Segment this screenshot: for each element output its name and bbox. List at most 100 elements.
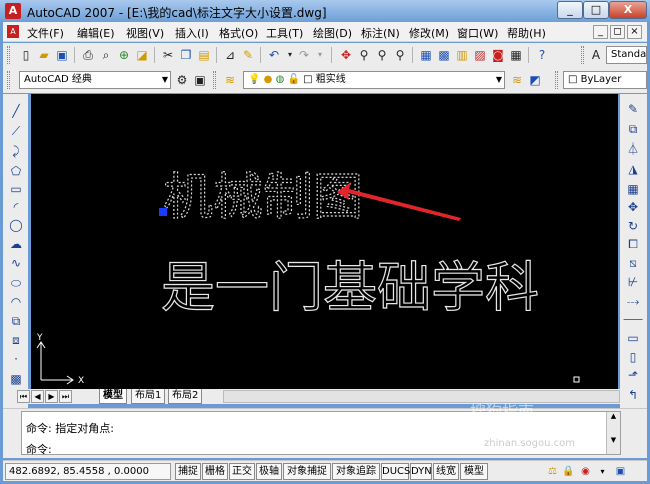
first-tab-icon[interactable]: ⏮: [17, 390, 30, 403]
toolbar-grip[interactable]: [7, 71, 10, 89]
text-style-combo[interactable]: Standa: [606, 46, 647, 64]
revision-cloud-icon[interactable]: ☁: [6, 235, 26, 253]
toolbar-grip[interactable]: [555, 71, 558, 89]
selected-text-line1[interactable]: 机械制图: [162, 167, 363, 226]
mdi-minimize-button[interactable]: _: [593, 25, 608, 39]
pan-icon[interactable]: ✥: [337, 46, 355, 64]
copy-object-icon[interactable]: ⧉: [623, 120, 643, 138]
model-toggle[interactable]: 模型: [460, 463, 488, 480]
point-icon[interactable]: ·: [6, 350, 26, 368]
publish-icon[interactable]: ⊕: [115, 46, 133, 64]
menu-view[interactable]: 视图(V): [126, 25, 164, 41]
arc-icon[interactable]: ◜: [6, 198, 26, 216]
polyline-icon[interactable]: ⤸: [6, 142, 26, 160]
grid-toggle[interactable]: 栅格: [202, 463, 228, 480]
brush-icon[interactable]: ✎: [239, 46, 257, 64]
menu-help[interactable]: 帮助(H): [507, 25, 546, 41]
tab-model[interactable]: 模型: [99, 389, 127, 404]
array-icon[interactable]: ▦: [623, 180, 643, 198]
drawing-canvas[interactable]: 机械制图 是一门基础学科 Y X: [31, 94, 618, 389]
scale-icon[interactable]: ⧠: [623, 235, 643, 253]
autocad-app-icon[interactable]: A: [5, 3, 21, 19]
extend-icon[interactable]: ⤏: [623, 292, 643, 310]
menu-window[interactable]: 窗口(W): [457, 25, 498, 41]
document-icon[interactable]: A: [7, 25, 19, 38]
lock-icon[interactable]: 🔒: [561, 464, 576, 479]
insert-block-icon[interactable]: ⧉: [6, 312, 26, 330]
last-tab-icon[interactable]: ⏭: [59, 390, 72, 403]
grip-point[interactable]: [159, 208, 167, 216]
layer-manager-icon[interactable]: ≋: [221, 71, 239, 89]
toolbar-grip[interactable]: [213, 71, 216, 89]
text-line2[interactable]: 是一门基础学科: [160, 255, 539, 319]
mdi-close-button[interactable]: ×: [627, 25, 642, 39]
otrack-toggle[interactable]: 对象追踪: [332, 463, 380, 480]
lineweight-toggle[interactable]: 线宽: [433, 463, 459, 480]
horizontal-scrollbar[interactable]: [223, 390, 620, 403]
plot-icon[interactable]: ◪: [133, 46, 151, 64]
minimize-button[interactable]: _: [557, 1, 583, 19]
copy-icon[interactable]: ❐: [177, 46, 195, 64]
polar-toggle[interactable]: 极轴: [256, 463, 282, 480]
paste-icon[interactable]: ▤: [195, 46, 213, 64]
calculator-icon[interactable]: ▦: [507, 46, 525, 64]
snap-toggle[interactable]: 捕捉: [175, 463, 201, 480]
circle-icon[interactable]: ◯: [6, 216, 26, 234]
ducs-toggle[interactable]: DUCS: [381, 463, 410, 480]
ellipse-arc-icon[interactable]: ◠: [6, 293, 26, 311]
rotate-icon[interactable]: ↻: [623, 217, 643, 235]
mdi-restore-button[interactable]: ◻: [610, 25, 625, 39]
make-current-layer-icon[interactable]: ≋: [508, 71, 526, 89]
dyn-toggle[interactable]: DYN: [410, 463, 432, 480]
workspace-settings-icon[interactable]: ⚙: [173, 71, 191, 89]
match-properties-icon[interactable]: ⊿: [221, 46, 239, 64]
ortho-toggle[interactable]: 正交: [229, 463, 255, 480]
communication-center-icon[interactable]: ◉: [578, 464, 593, 479]
prev-tab-icon[interactable]: ◀: [31, 390, 44, 403]
status-menu-icon[interactable]: ▾: [595, 464, 610, 479]
print-icon[interactable]: ⎙: [79, 46, 97, 64]
menu-modify[interactable]: 修改(M): [409, 25, 449, 41]
break-at-point-icon[interactable]: ⸺: [623, 310, 643, 328]
osnap-toggle[interactable]: 对象捕捉: [283, 463, 331, 480]
new-file-icon[interactable]: ▯: [17, 46, 35, 64]
make-block-icon[interactable]: ⧈: [6, 331, 26, 349]
chamfer-icon[interactable]: ⬏: [623, 366, 643, 384]
hatch-icon[interactable]: ▩: [6, 370, 26, 388]
fillet-icon[interactable]: ↰: [623, 386, 643, 404]
markup-icon[interactable]: ◙: [489, 46, 507, 64]
tool-palettes-icon[interactable]: ▥: [453, 46, 471, 64]
join-icon[interactable]: ▯: [623, 348, 643, 366]
layer-combo[interactable]: 💡 ● ◍ 🔓 □ 粗实线 ▼: [243, 71, 505, 89]
save-workspace-icon[interactable]: ▣: [191, 71, 209, 89]
menu-edit[interactable]: 编辑(E): [77, 25, 115, 41]
rectangle-icon[interactable]: ▭: [6, 180, 26, 198]
toolbar-grip[interactable]: [581, 46, 584, 64]
workspace-combo[interactable]: AutoCAD 经典 ▼: [19, 71, 171, 89]
zoom-window-icon[interactable]: ⚲: [373, 46, 391, 64]
move-icon[interactable]: ✥: [623, 198, 643, 216]
offset-icon[interactable]: ◮: [623, 160, 643, 178]
tab-layout2[interactable]: 布局2: [168, 389, 203, 404]
redo-dropdown-icon[interactable]: ▾: [311, 46, 329, 64]
properties-icon[interactable]: ▦: [417, 46, 435, 64]
menu-tools[interactable]: 工具(T): [266, 25, 303, 41]
layer-previous-icon[interactable]: ◩: [526, 71, 544, 89]
break-icon[interactable]: ▭: [623, 329, 643, 347]
menu-dimension[interactable]: 标注(N): [361, 25, 400, 41]
trim-icon[interactable]: ⊬: [623, 273, 643, 291]
next-tab-icon[interactable]: ▶: [45, 390, 58, 403]
design-center-icon[interactable]: ▩: [435, 46, 453, 64]
mirror-icon[interactable]: ⏃: [623, 140, 643, 158]
spline-icon[interactable]: ∿: [6, 254, 26, 272]
polygon-icon[interactable]: ⬠: [6, 162, 26, 180]
clean-screen-icon[interactable]: ▣: [613, 464, 628, 479]
menu-insert[interactable]: 插入(I): [175, 25, 209, 41]
tab-layout1[interactable]: 布局1: [131, 389, 166, 404]
zoom-previous-icon[interactable]: ⚲: [391, 46, 409, 64]
line-icon[interactable]: ╱: [6, 102, 26, 120]
help-icon[interactable]: ?: [533, 46, 551, 64]
stretch-icon[interactable]: ⧅: [623, 254, 643, 272]
open-file-icon[interactable]: ▰: [35, 46, 53, 64]
close-button[interactable]: X: [609, 1, 647, 19]
